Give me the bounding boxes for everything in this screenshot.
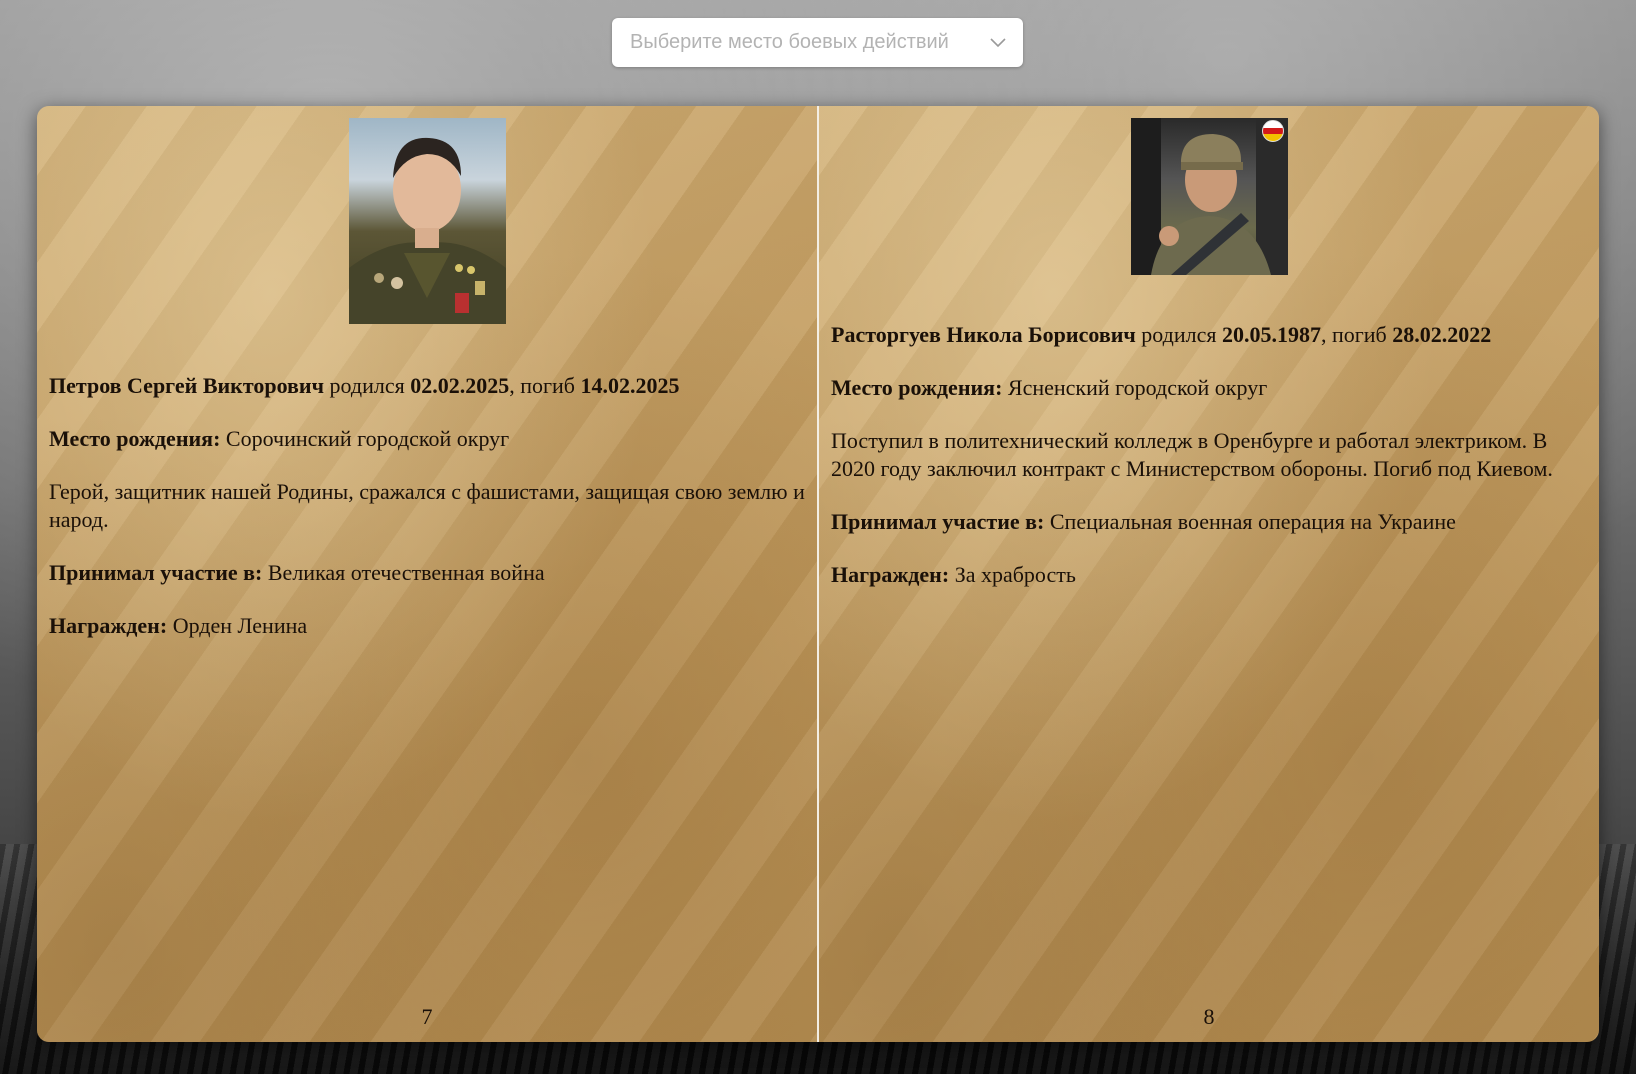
award-label: Награжден: [831, 562, 950, 587]
page-number: 7 [421, 1004, 433, 1029]
select-placeholder: Выберите место боевых действий [630, 31, 949, 53]
birthplace: Сорочинский городской округ [225, 426, 510, 451]
hero-heading: Петров Сергей Викторович родился 02.02.2… [49, 372, 805, 400]
birthplace-label: Место рождения: [49, 426, 221, 451]
participation-label: Принимал участие в: [49, 560, 263, 585]
birthplace-label: Место рождения: [831, 375, 1003, 400]
birth-date: 20.05.1987 [1221, 322, 1321, 347]
participation-line: Принимал участие в: Великая отечественна… [49, 559, 805, 587]
birthplace-line: Место рождения: Ясненский городской окру… [831, 374, 1587, 402]
hero-name: Петров Сергей Викторович [49, 373, 325, 398]
award: За храбрость [954, 562, 1076, 587]
award: Орден Ленина [172, 613, 308, 638]
death-date: 28.02.2022 [1392, 322, 1492, 347]
book-page-left: Петров Сергей Викторович родился 02.02.2… [37, 106, 817, 1042]
participation: Специальная военная операция на Украине [1049, 509, 1456, 534]
chevron-down-icon [989, 34, 1007, 52]
born-word: родился [329, 373, 405, 398]
birthplace: Ясненский городской округ [1007, 375, 1268, 400]
award-line: Награжден: За храбрость [831, 561, 1587, 589]
hero-heading: Расторгуев Никола Борисович родился 20.0… [831, 321, 1587, 349]
born-word: родился [1141, 322, 1217, 347]
hero-bio: Герой, защитник нашей Родины, сражался с… [49, 479, 805, 532]
hero-portrait [1130, 118, 1288, 275]
birthplace-line: Место рождения: Сорочинский городской ок… [49, 425, 805, 453]
participation: Великая отечественная война [267, 560, 545, 585]
death-date: 14.02.2025 [580, 373, 680, 398]
birth-date: 02.02.2025 [410, 373, 510, 398]
memory-book: Петров Сергей Викторович родился 02.02.2… [37, 106, 1599, 1042]
participation-line: Принимал участие в: Специальная военная … [831, 508, 1587, 536]
battle-place-select[interactable]: Выберите место боевых действий [612, 18, 1023, 67]
hero-bio: Поступил в политехнический колледж в Оре… [831, 428, 1553, 481]
died-word: , погиб [1320, 322, 1387, 347]
award-line: Награжден: Орден Ленина [49, 612, 805, 640]
page-number: 8 [1203, 1004, 1215, 1029]
book-page-right: Расторгуев Никола Борисович родился 20.0… [817, 106, 1599, 1042]
flag-badge-icon [1261, 120, 1284, 142]
died-word: , погиб [509, 373, 575, 398]
hero-portrait [348, 118, 506, 324]
award-label: Награжден: [49, 613, 168, 638]
hero-name: Расторгуев Никола Борисович [831, 322, 1136, 347]
participation-label: Принимал участие в: [831, 509, 1045, 534]
